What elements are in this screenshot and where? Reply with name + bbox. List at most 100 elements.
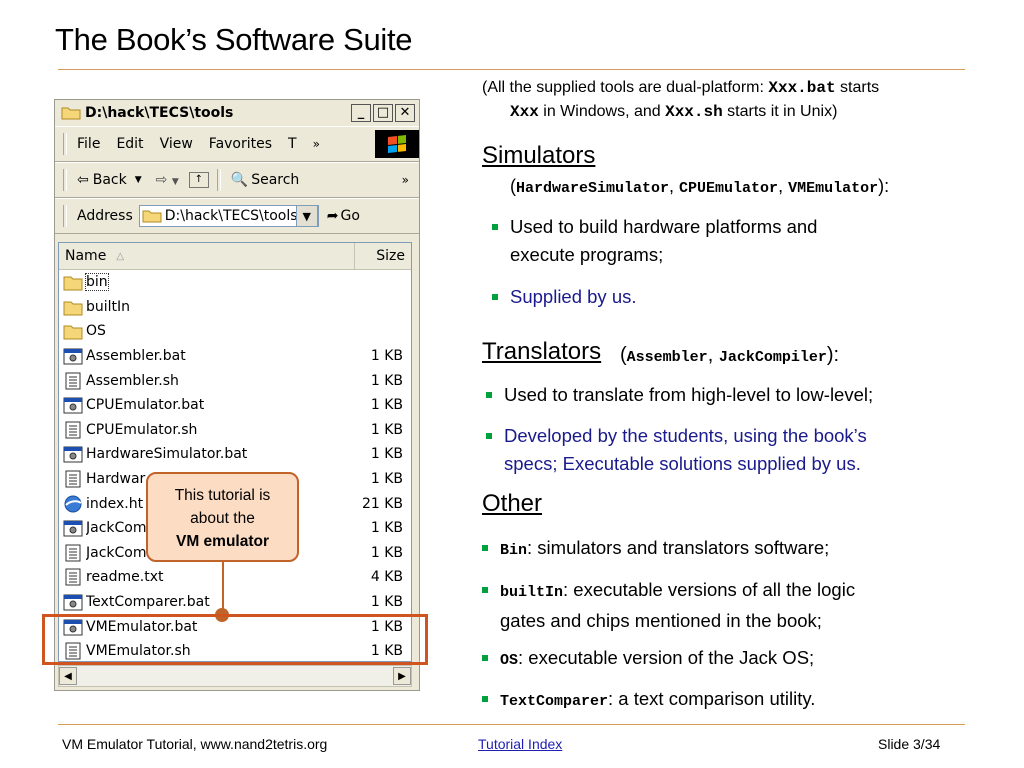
batch-file-icon [63, 519, 83, 537]
tutorial-index-link[interactable]: Tutorial Index [478, 736, 562, 752]
menu-bar: File Edit View Favorites T » [55, 126, 419, 162]
file-size: 1 KB [370, 471, 403, 488]
translators-heading: Translators [482, 338, 602, 365]
file-size: 1 KB [370, 421, 403, 438]
menu-favorites[interactable]: Favorites [209, 136, 272, 152]
text-file-icon [63, 421, 83, 439]
file-row[interactable]: Assembler.bat 1 KB [59, 344, 411, 369]
file-name: Assembler.bat [86, 348, 186, 365]
address-label: Address [77, 208, 133, 224]
intro-note: (All the supplied tools are dual-platfor… [482, 79, 880, 121]
simulators-bullet-2: Supplied by us. [492, 283, 637, 311]
chevron-down-icon[interactable]: ▼ [135, 175, 142, 185]
file-name: OS [86, 323, 106, 340]
file-row[interactable]: TextComparer.bat 1 KB [59, 590, 411, 615]
scroll-right-button[interactable]: ▶ [393, 667, 411, 685]
file-name: Assembler.sh [86, 372, 179, 389]
simulators-heading: Simulators [482, 142, 596, 169]
file-row[interactable]: Assembler.sh 1 KB [59, 368, 411, 393]
address-dropdown-button[interactable]: ▼ [295, 205, 318, 227]
menu-overflow-icon[interactable]: » [313, 137, 320, 151]
file-row[interactable]: bin [59, 270, 411, 295]
menu-view[interactable]: View [160, 136, 193, 152]
other-heading: Other [482, 490, 543, 517]
search-button[interactable]: 🔍 Search [231, 172, 300, 188]
file-size: 1 KB [370, 372, 403, 389]
other-bullet-builtin: builtIn: executable versions of all the … [482, 576, 855, 635]
file-row[interactable]: readme.txt 4 KB [59, 565, 411, 590]
simulators-tools: (HardwareSimulator, CPUEmulator, VMEmula… [510, 176, 890, 197]
text-file-icon [63, 470, 83, 488]
file-name: CPUEmulator.bat [86, 397, 205, 414]
file-size: 1 KB [370, 544, 403, 561]
minimize-button[interactable]: _ [351, 104, 371, 122]
other-bullet-textcomparer: TextComparer: a text comparison utility. [482, 685, 815, 716]
translators-bullet-1: Used to translate from high-level to low… [486, 381, 873, 409]
go-arrow-icon: ➦ [326, 208, 339, 224]
column-name[interactable]: Name △ [59, 243, 355, 269]
address-input[interactable]: D:\hack\TECS\tools ▼ [138, 205, 319, 227]
file-size: 1 KB [370, 446, 403, 463]
translators-tools: (Assembler, JackCompiler): [620, 344, 840, 366]
folder-icon [142, 210, 162, 223]
file-row[interactable]: CPUEmulator.bat 1 KB [59, 393, 411, 418]
maximize-button[interactable]: □ [373, 104, 393, 122]
text-file-icon [63, 544, 83, 562]
tutorial-callout: This tutorial is about the VM emulator [146, 472, 299, 562]
scroll-left-button[interactable]: ◀ [59, 667, 77, 685]
file-size: 1 KB [370, 594, 403, 611]
horizontal-scrollbar[interactable]: ◀ ▶ [58, 665, 412, 687]
file-name: CPUEmulator.sh [86, 421, 198, 438]
file-name: builtIn [86, 298, 131, 315]
windows-logo-icon [375, 130, 419, 158]
file-row[interactable]: HardwareSimulator.bat 1 KB [59, 442, 411, 467]
folder-icon [63, 273, 83, 291]
slide-title: The Book’s Software Suite [55, 22, 413, 57]
file-size: 21 KB [361, 495, 403, 512]
title-divider [58, 69, 965, 70]
menu-edit[interactable]: Edit [116, 136, 143, 152]
go-button[interactable]: ➦ Go [327, 208, 360, 224]
folder-icon [63, 298, 83, 316]
toolbar: ⇦ Back ▼ ⇨ ▼ ↑ 🔍 Search » [55, 162, 419, 198]
file-name: HardwareSimulator.bat [86, 446, 248, 463]
batch-file-icon [63, 445, 83, 463]
menu-file[interactable]: File [77, 136, 100, 152]
vmemulator-highlight-box [42, 614, 428, 665]
window-title: D:\hack\TECS\tools [85, 105, 234, 121]
menu-tools[interactable]: T [288, 136, 297, 152]
explorer-window[interactable]: D:\hack\TECS\tools _ □ ✕ File Edit View … [54, 99, 420, 691]
window-titlebar[interactable]: D:\hack\TECS\tools _ □ ✕ [55, 100, 419, 126]
file-name: TextComparer.bat [86, 594, 210, 611]
other-bullet-os: OS: executable version of the Jack OS; [482, 644, 814, 675]
slide-number: Slide 3/34 [878, 736, 941, 752]
file-size: 1 KB [370, 348, 403, 365]
search-icon: 🔍 [230, 172, 249, 188]
file-size: 1 KB [370, 397, 403, 414]
forward-button[interactable]: ⇨ ▼ [156, 172, 179, 188]
up-folder-icon[interactable]: ↑ [188, 172, 209, 188]
other-bullet-bin: Bin: simulators and translators software… [482, 534, 829, 565]
column-size[interactable]: Size [355, 248, 411, 264]
batch-file-icon [63, 396, 83, 414]
file-row[interactable]: OS [59, 319, 411, 344]
file-size: 1 KB [370, 520, 403, 537]
batch-file-icon [63, 593, 83, 611]
file-row[interactable]: builtIn [59, 295, 411, 320]
text-file-icon [63, 568, 83, 586]
close-button[interactable]: ✕ [395, 104, 415, 122]
text-file-icon [63, 372, 83, 390]
file-list[interactable]: Name △ Size bin builtIn OS Assembler.bat 1 KB… [58, 242, 412, 662]
address-bar: Address D:\hack\TECS\tools ▼ ➦ Go [55, 198, 419, 234]
batch-file-icon [63, 347, 83, 365]
chevron-down-icon: ▼ [171, 177, 179, 187]
translators-bullet-2: Developed by the students, using the boo… [486, 422, 867, 478]
html-file-icon [63, 495, 83, 513]
toolbar-overflow-icon[interactable]: » [402, 173, 409, 187]
footer-link-wrap: Tutorial Index [478, 736, 562, 752]
folder-icon [61, 107, 81, 120]
back-arrow-icon: ⇦ [77, 172, 89, 188]
back-button[interactable]: ⇦ Back ▼ [77, 172, 142, 188]
footer-left: VM Emulator Tutorial, www.nand2tetris.or… [62, 736, 328, 752]
file-row[interactable]: CPUEmulator.sh 1 KB [59, 418, 411, 443]
